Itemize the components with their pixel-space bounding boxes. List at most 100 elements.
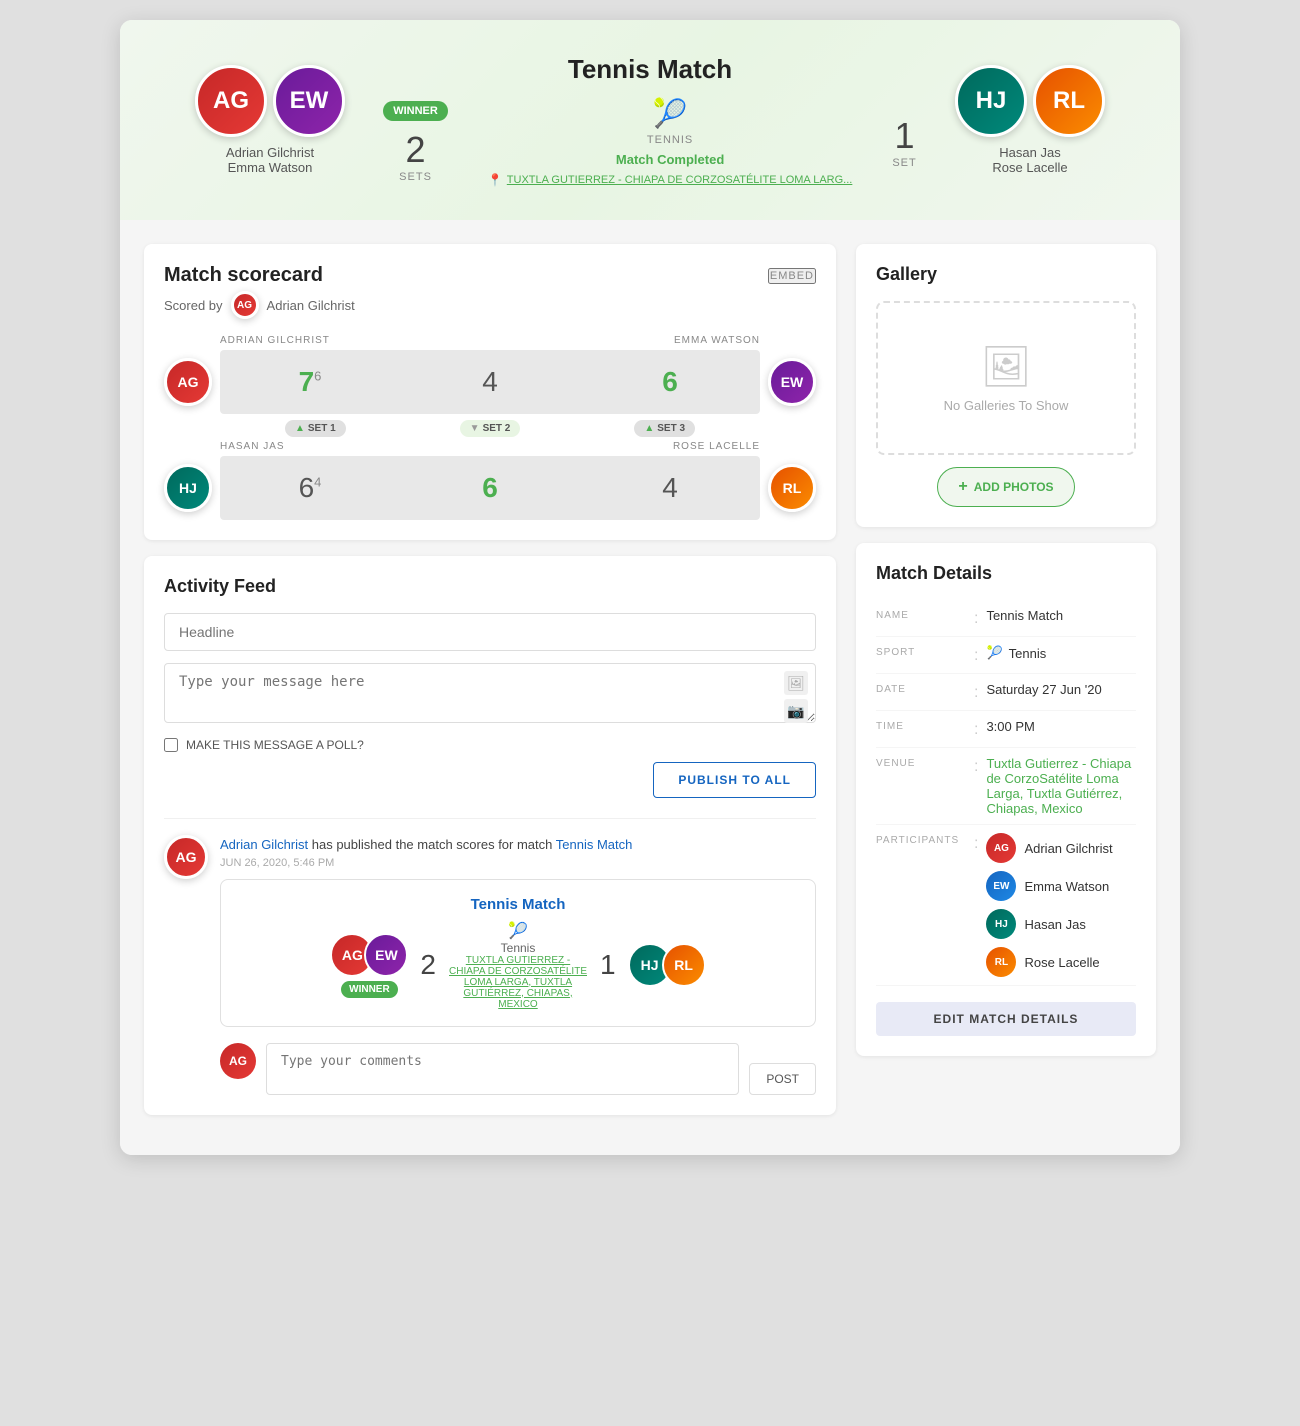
post-button[interactable]: POST <box>749 1063 816 1095</box>
comment-input[interactable] <box>266 1043 739 1095</box>
image-upload-icon[interactable]: 🖼 <box>784 671 808 695</box>
participant-3: RL Rose Lacelle <box>986 947 1112 977</box>
participant-1: EW Emma Watson <box>986 871 1112 901</box>
score-1-set1: 76 <box>220 350 400 414</box>
set-label-3: ▲ SET 3 <box>577 418 752 437</box>
message-group: 🖼 📷 <box>164 663 816 728</box>
score-2-set3: 4 <box>580 456 760 520</box>
detail-date: DATE : Saturday 27 Jun '20 <box>876 674 1136 711</box>
right-player2: Rose Lacelle <box>920 160 1140 175</box>
detail-name-value: Tennis Match <box>986 608 1136 623</box>
embed-button[interactable]: EMBED <box>768 268 816 284</box>
tennis-ball-icon: 🎾 <box>488 97 853 130</box>
feed-avatar-rl: RL <box>662 943 706 987</box>
feed-right-team: HJ RL <box>628 943 706 987</box>
add-photos-button[interactable]: + ADD PHOTOS <box>937 467 1074 507</box>
header: AG EW Adrian Gilchrist Emma Watson Tenni… <box>120 20 1180 220</box>
score-1-set2: 4 <box>400 350 580 414</box>
sport-ball-icon: 🎾 <box>986 645 1002 661</box>
publish-button[interactable]: PUBLISH TO ALL <box>653 762 816 798</box>
feed-match-link[interactable]: Tennis Match <box>556 837 633 852</box>
feed-right-score: 1 <box>600 949 616 981</box>
avatar-rose: RL <box>1033 65 1105 137</box>
score-row-1: AG 76 4 6 EW <box>164 350 816 414</box>
set-badge-3: ▲ SET 3 <box>634 420 695 437</box>
team1-label: ADRIAN GILCHRIST <box>220 335 330 346</box>
video-upload-icon[interactable]: 📷 <box>784 699 808 723</box>
right-set-label: SET <box>892 157 916 169</box>
media-icons: 🖼 📷 <box>784 671 808 723</box>
feed-user-avatar: AG <box>164 835 208 879</box>
feed-match-body: AG EW WINNER 2 🎾 Tennis TUXTLA GUTIERR <box>237 921 799 1010</box>
feed-venue-link[interactable]: TUXTLA GUTIERREZ - CHIAPA DE CORZOSATÉLI… <box>448 955 588 1010</box>
score-avatar-adrian: AG <box>164 358 212 406</box>
participant-avatar-3: RL <box>986 947 1016 977</box>
feed-content: Adrian Gilchrist has published the match… <box>220 835 816 1095</box>
team3-label: HASAN JAS <box>220 441 285 452</box>
left-team-avatars: AG EW <box>160 65 380 137</box>
detail-name-label: NAME <box>876 608 966 621</box>
score-cells-1: 76 4 6 <box>220 350 760 414</box>
detail-sport-value: 🎾 Tennis <box>986 645 1136 661</box>
feed-sport-name: Tennis <box>448 941 588 955</box>
arrow-down-2: ▼ <box>470 423 480 434</box>
avatar-hasan: HJ <box>955 65 1027 137</box>
edit-match-details-button[interactable]: EDIT MATCH DETAILS <box>876 1002 1136 1036</box>
participants-list: AG Adrian Gilchrist EW Emma Watson HJ Ha… <box>986 833 1112 977</box>
scored-by-label: Scored by <box>164 298 223 313</box>
participant-name-0: Adrian Gilchrist <box>1024 841 1112 856</box>
headline-input[interactable] <box>164 613 816 651</box>
left-sets: 2 <box>383 129 448 171</box>
participant-0: AG Adrian Gilchrist <box>986 833 1112 863</box>
detail-name: NAME : Tennis Match <box>876 600 1136 637</box>
header-venue[interactable]: TUXTLA GUTIERREZ - CHIAPA DE CORZOSATÉLI… <box>507 174 853 186</box>
right-player1: Hasan Jas <box>920 145 1140 160</box>
detail-sport-label: SPORT <box>876 645 966 658</box>
message-textarea[interactable] <box>164 663 816 723</box>
feed-winner-badge: WINNER <box>341 981 398 998</box>
score-1-set3: 6 <box>580 350 760 414</box>
set-labels-row: ▲ SET 1 ▼ SET 2 ▲ <box>164 418 816 437</box>
avatar-emma: EW <box>273 65 345 137</box>
headline-group <box>164 613 816 651</box>
match-status: Match Completed <box>488 152 853 167</box>
detail-time-label: TIME <box>876 719 966 732</box>
feed-match-title[interactable]: Tennis Match <box>237 896 799 913</box>
feed-sport-ball: 🎾 <box>448 921 588 941</box>
left-team: AG EW Adrian Gilchrist Emma Watson <box>160 65 380 175</box>
set-label-1: ▲ SET 1 <box>228 418 403 437</box>
detail-venue: VENUE : Tuxtla Gutierrez - Chiapa de Cor… <box>876 748 1136 825</box>
detail-participants: PARTICIPANTS : AG Adrian Gilchrist EW Em… <box>876 825 1136 986</box>
detail-date-label: DATE <box>876 682 966 695</box>
scorer-name: Adrian Gilchrist <box>267 298 355 313</box>
team2-label: EMMA WATSON <box>674 335 760 346</box>
detail-sport: SPORT : 🎾 Tennis <box>876 637 1136 674</box>
left-panel: Match scorecard Scored by AG Adrian Gilc… <box>144 244 836 1131</box>
venue-link[interactable]: Tuxtla Gutierrez - Chiapa de CorzoSatéli… <box>986 756 1131 816</box>
detail-time-value: 3:00 PM <box>986 719 1136 734</box>
poll-checkbox[interactable] <box>164 738 178 752</box>
header-center: Tennis Match WINNER 2 SETS 🎾 TENNIS Matc… <box>380 54 920 187</box>
set-badge-1: ▲ SET 1 <box>285 420 346 437</box>
detail-participants-label: PARTICIPANTS <box>876 833 966 846</box>
set-badge-2: ▼ SET 2 <box>460 420 521 437</box>
feed-avatar-ew: EW <box>364 933 408 977</box>
comment-row: AG POST <box>220 1043 816 1095</box>
activity-title: Activity Feed <box>164 576 816 597</box>
match-details-section: Match Details NAME : Tennis Match SPORT … <box>856 543 1156 1056</box>
participant-avatar-0: AG <box>986 833 1016 863</box>
feed-text: Adrian Gilchrist has published the match… <box>220 835 816 855</box>
feed-user-link[interactable]: Adrian Gilchrist <box>220 837 308 852</box>
feed-left-score: 2 <box>420 949 436 981</box>
feed-action: has published the match scores for match <box>308 837 556 852</box>
team4-label: ROSE LACELLE <box>673 441 760 452</box>
arrow-up-1: ▲ <box>295 423 305 434</box>
main-content: Match scorecard Scored by AG Adrian Gilc… <box>120 220 1180 1155</box>
score-avatar-rose: RL <box>768 464 816 512</box>
poll-label: MAKE THIS MESSAGE A POLL? <box>186 738 364 752</box>
sport-name: Tennis <box>1009 646 1047 661</box>
participant-avatar-1: EW <box>986 871 1016 901</box>
poll-row: MAKE THIS MESSAGE A POLL? <box>164 738 816 752</box>
right-set: 1 <box>892 115 916 157</box>
gallery-icon: 🖼 <box>918 343 1094 390</box>
